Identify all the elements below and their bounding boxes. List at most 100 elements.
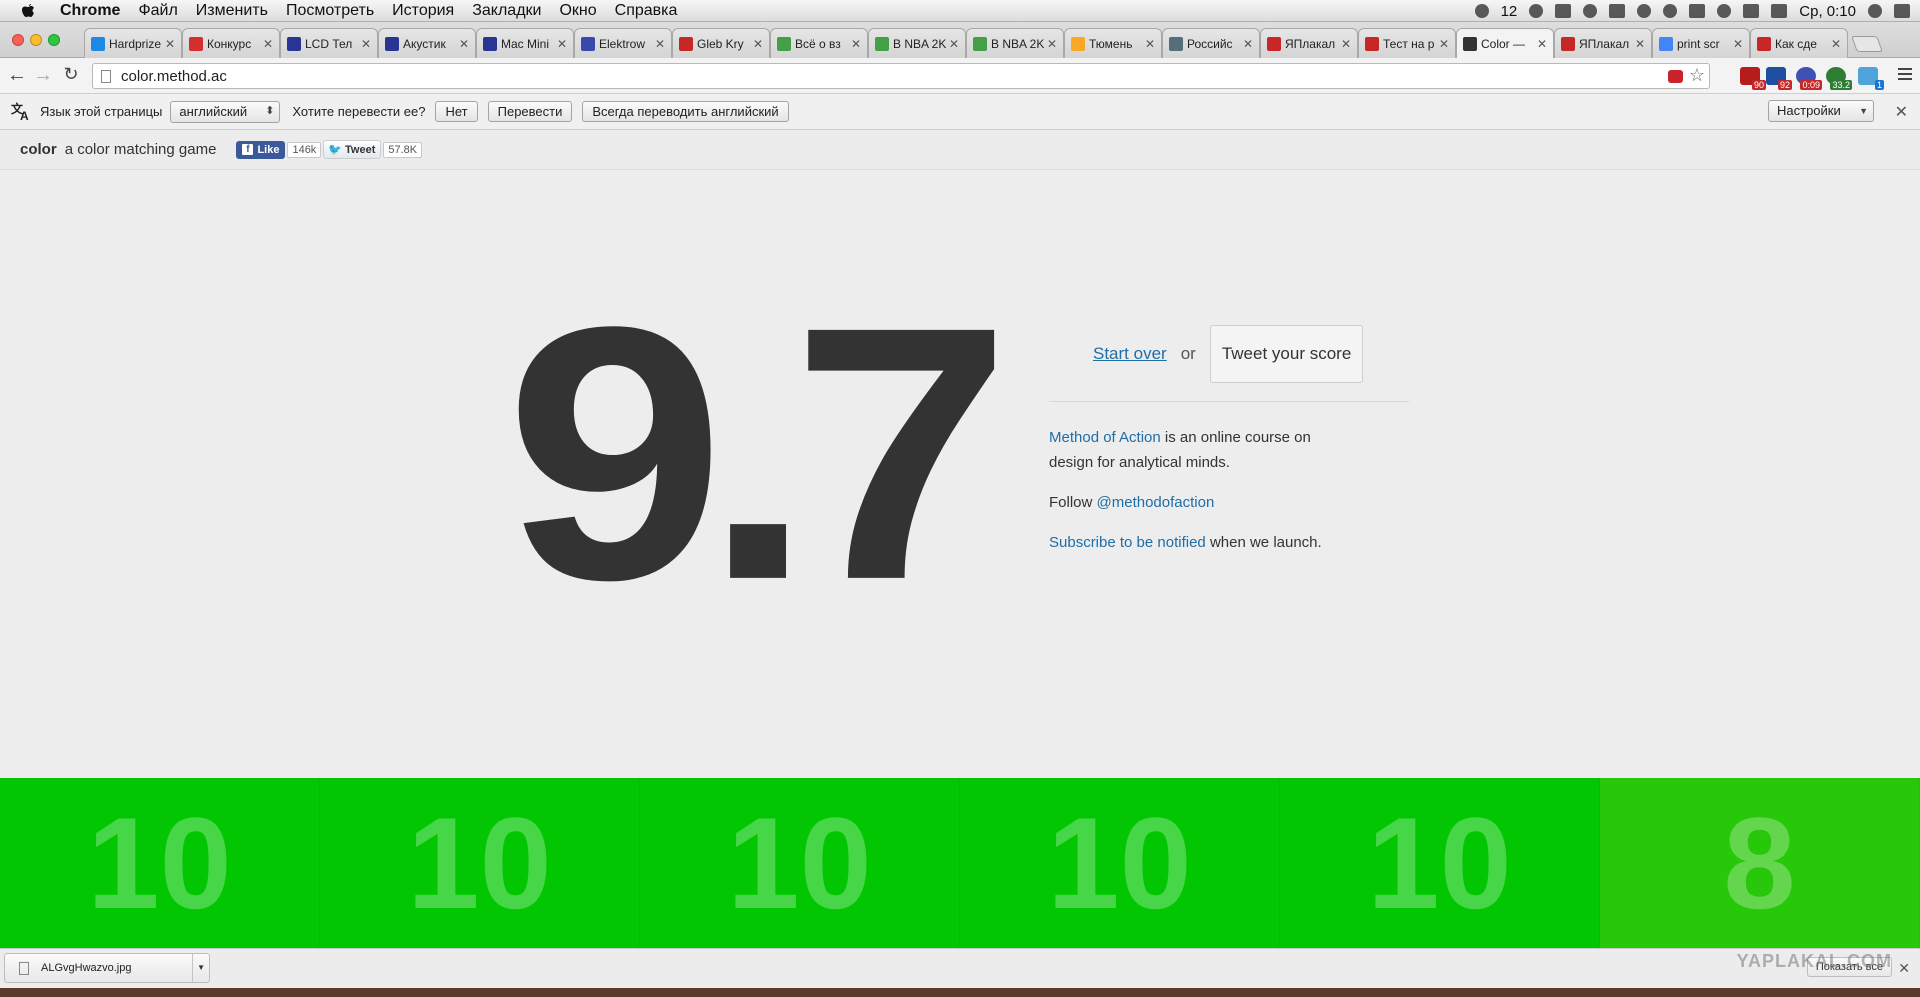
screen-icon[interactable]: [1555, 4, 1572, 18]
browser-tab[interactable]: Hardprize ✕: [84, 28, 182, 58]
browser-tab[interactable]: Color — ✕: [1456, 28, 1554, 58]
tab-favicon-icon: [1463, 36, 1477, 51]
adblock-icon[interactable]: [1668, 70, 1683, 83]
browser-tab[interactable]: ЯПлакал ✕: [1554, 28, 1652, 58]
vk-extension-icon[interactable]: 92: [1766, 67, 1792, 90]
browser-tab[interactable]: print scr ✕: [1652, 28, 1750, 58]
tab-close-icon[interactable]: ✕: [459, 37, 469, 51]
tab-close-icon[interactable]: ✕: [263, 37, 273, 51]
close-icon[interactable]: ✕: [1895, 102, 1908, 122]
always-translate-button[interactable]: Всегда переводить английский: [582, 101, 789, 122]
airplay-icon[interactable]: [1609, 4, 1626, 18]
volume-icon[interactable]: [1689, 4, 1706, 18]
round-scores-strip: 10 10 10 10 10 8: [0, 778, 1920, 948]
timer-extension-icon[interactable]: 0:09: [1796, 67, 1822, 90]
address-bar[interactable]: color.method.ac ☆: [92, 63, 1710, 89]
browser-tab[interactable]: Конкурс ✕: [182, 28, 280, 58]
zoom-window-button[interactable]: [48, 34, 60, 46]
menu-file[interactable]: Файл: [129, 2, 186, 20]
download-file-name[interactable]: ALGvgHwazvo.jpg: [41, 962, 132, 974]
flag-icon[interactable]: [1771, 4, 1788, 18]
forward-button[interactable]: →: [32, 64, 54, 87]
minimize-window-button[interactable]: [30, 34, 42, 46]
no-button[interactable]: Нет: [435, 101, 478, 122]
browser-tab[interactable]: Всё о вз ✕: [770, 28, 868, 58]
translate-button[interactable]: Перевести: [487, 101, 573, 122]
browser-tab[interactable]: LCD Тел ✕: [280, 28, 378, 58]
tab-close-icon[interactable]: ✕: [1635, 37, 1645, 51]
chevron-down-icon[interactable]: ▼: [197, 963, 205, 972]
tab-close-icon[interactable]: ✕: [949, 37, 959, 51]
method-of-action-link[interactable]: Method of Action: [1049, 429, 1161, 446]
divider: [1049, 401, 1409, 402]
gmail-extension-icon[interactable]: 90: [1740, 67, 1766, 90]
menu-help[interactable]: Справка: [606, 2, 687, 20]
menu-window[interactable]: Окно: [550, 2, 605, 20]
back-button[interactable]: ←: [6, 64, 28, 87]
follow-label: Follow: [1049, 494, 1097, 511]
status-icon[interactable]: [1529, 4, 1544, 18]
bookmark-star-icon[interactable]: ☆: [1689, 65, 1705, 86]
tab-close-icon[interactable]: ✕: [1831, 37, 1841, 51]
browser-tab[interactable]: Российс ✕: [1162, 28, 1260, 58]
browser-tab[interactable]: Gleb Kry ✕: [672, 28, 770, 58]
facebook-like-button[interactable]: f Like: [236, 140, 286, 159]
snowflake-extension-icon[interactable]: 1: [1858, 67, 1884, 90]
menu-history[interactable]: История: [383, 2, 463, 20]
tab-close-icon[interactable]: ✕: [1341, 37, 1351, 51]
menu-bookmarks[interactable]: Закладки: [463, 2, 550, 20]
apple-icon[interactable]: [20, 3, 36, 19]
eject-icon[interactable]: [1743, 4, 1760, 18]
tab-close-icon[interactable]: ✕: [1733, 37, 1743, 51]
wifi-icon[interactable]: [1717, 4, 1732, 18]
browser-tab[interactable]: ЯПлакал ✕: [1260, 28, 1358, 58]
time-machine-icon[interactable]: [1637, 4, 1652, 18]
tab-close-icon[interactable]: ✕: [557, 37, 567, 51]
download-item[interactable]: ALGvgHwazvo.jpg ▼: [4, 953, 210, 983]
browser-tab[interactable]: B NBA 2K ✕: [868, 28, 966, 58]
bluetooth-icon[interactable]: [1663, 4, 1678, 18]
tab-close-icon[interactable]: ✕: [1537, 37, 1547, 51]
menu-app-chrome[interactable]: Chrome: [50, 2, 129, 20]
language-select[interactable]: английский: [170, 100, 281, 123]
tab-close-icon[interactable]: ✕: [655, 37, 665, 51]
spotlight-icon[interactable]: [1868, 4, 1882, 18]
menu-edit[interactable]: Изменить: [187, 2, 277, 20]
browser-tab[interactable]: Тест на р ✕: [1358, 28, 1456, 58]
tab-close-icon[interactable]: ✕: [1047, 37, 1057, 51]
tab-close-icon[interactable]: ✕: [753, 37, 763, 51]
tab-close-icon[interactable]: ✕: [1243, 37, 1253, 51]
menu-view[interactable]: Посмотреть: [277, 2, 383, 20]
close-window-button[interactable]: [12, 34, 24, 46]
tab-close-icon[interactable]: ✕: [851, 37, 861, 51]
clock[interactable]: Ср, 0:10: [1799, 3, 1856, 20]
browser-tab[interactable]: B NBA 2K ✕: [966, 28, 1064, 58]
translate-settings-select[interactable]: Настройки: [1768, 100, 1874, 122]
start-over-link[interactable]: Start over: [1093, 344, 1167, 364]
chrome-menu-icon[interactable]: [1898, 68, 1912, 80]
browser-tab[interactable]: Mac Mini ✕: [476, 28, 574, 58]
subscribe-link[interactable]: Subscribe to be notified: [1049, 534, 1206, 551]
translate-bar: 文A Язык этой страницы английский Хотите …: [0, 94, 1920, 130]
reload-button[interactable]: ↻: [60, 64, 82, 85]
bell-icon[interactable]: [1474, 4, 1489, 18]
site-brand[interactable]: color: [20, 141, 57, 158]
notification-count[interactable]: 12: [1501, 3, 1518, 20]
twitter-handle-link[interactable]: @methodofaction: [1097, 494, 1215, 511]
tab-close-icon[interactable]: ✕: [1439, 37, 1449, 51]
browser-tab[interactable]: Как сде ✕: [1750, 28, 1848, 58]
new-tab-button[interactable]: [1851, 36, 1883, 52]
browser-tab[interactable]: Тюмень ✕: [1064, 28, 1162, 58]
tab-close-icon[interactable]: ✕: [361, 37, 371, 51]
address-url[interactable]: color.method.ac: [121, 68, 227, 85]
tweet-your-score-button[interactable]: Tweet your score: [1209, 325, 1364, 383]
flame-icon[interactable]: [1583, 4, 1598, 18]
close-downloads-icon[interactable]: ✕: [1898, 960, 1910, 977]
browser-tab[interactable]: Elektrow ✕: [574, 28, 672, 58]
notification-center-icon[interactable]: [1894, 4, 1910, 18]
tab-close-icon[interactable]: ✕: [165, 37, 175, 51]
tweet-button[interactable]: 🐦 Tweet: [323, 140, 382, 159]
browser-tab[interactable]: Акустик ✕: [378, 28, 476, 58]
dollar-extension-icon[interactable]: 33.2: [1826, 67, 1852, 90]
tab-close-icon[interactable]: ✕: [1145, 37, 1155, 51]
